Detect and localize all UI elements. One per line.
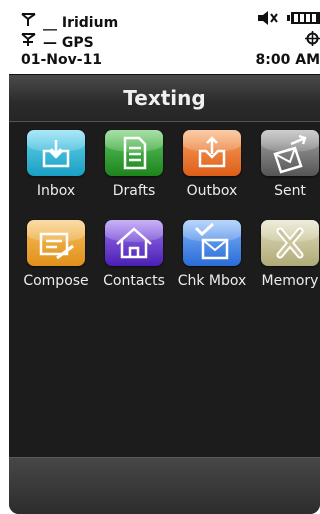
app-inbox[interactable]: Inbox <box>17 130 95 199</box>
app-label: Chk Mbox <box>177 273 247 289</box>
outbox-tile[interactable] <box>183 130 241 176</box>
gps-prefix: — <box>43 35 57 51</box>
app-contacts[interactable]: Contacts <box>95 220 173 289</box>
phone-screen: __ Iridium — GPS 01-Nov-11 8:00 AM Texti… <box>9 0 320 514</box>
app-chk-mbox[interactable]: Chk Mbox <box>173 220 251 289</box>
page-title: Texting <box>123 86 206 110</box>
gps-row: — GPS <box>21 33 94 51</box>
title-bar: Texting <box>9 74 320 122</box>
compose-tile[interactable] <box>27 220 85 266</box>
app-compose[interactable]: Compose <box>17 220 95 289</box>
mute-icon <box>258 11 278 25</box>
outbox-icon <box>198 136 226 168</box>
app-label: Memory <box>261 273 319 289</box>
sent-tile[interactable] <box>261 130 319 176</box>
app-drafts[interactable]: Drafts <box>95 130 173 199</box>
memory-tile[interactable] <box>261 220 319 266</box>
network-prefix: __ <box>43 15 57 31</box>
app-label: Sent <box>274 183 306 199</box>
battery-icon <box>287 12 320 24</box>
app-label: Compose <box>23 273 89 289</box>
app-memory[interactable]: Memory <box>251 220 320 289</box>
inbox-icon <box>42 140 70 168</box>
drafts-tile[interactable] <box>105 130 163 176</box>
status-bar: __ Iridium — GPS 01-Nov-11 8:00 AM <box>9 0 320 74</box>
date-label: 01-Nov-11 <box>21 52 103 68</box>
contacts-icon <box>116 227 152 259</box>
sent-icon <box>273 134 307 174</box>
app-label: Drafts <box>112 183 156 199</box>
check-mailbox-tile[interactable] <box>183 220 241 266</box>
gps-crosshair-icon <box>305 31 320 46</box>
drafts-icon <box>123 136 147 170</box>
antenna-icon <box>21 13 43 31</box>
network-row: __ Iridium <box>21 13 118 31</box>
compose-icon <box>39 232 74 260</box>
app-sent[interactable]: Sent <box>251 130 320 199</box>
app-outbox[interactable]: Outbox <box>173 130 251 199</box>
app-label: Outbox <box>186 183 238 199</box>
contacts-tile[interactable] <box>105 220 163 266</box>
memory-icon <box>276 227 304 259</box>
gps-label: GPS <box>61 35 94 51</box>
gps-antenna-icon <box>21 33 43 51</box>
time-label: 8:00 AM <box>255 52 320 68</box>
app-label: Contacts <box>103 273 165 289</box>
check-mailbox-icon <box>194 222 229 260</box>
inbox-tile[interactable] <box>27 130 85 176</box>
bottom-bar <box>9 457 320 514</box>
network-name: Iridium <box>61 15 119 31</box>
app-label: Inbox <box>36 183 76 199</box>
